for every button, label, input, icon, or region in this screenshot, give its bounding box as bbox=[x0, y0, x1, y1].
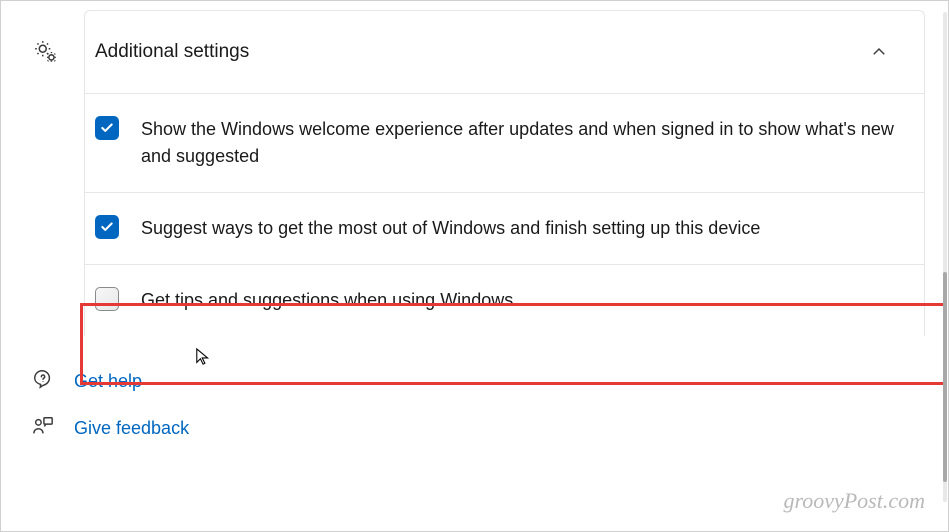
checkbox-checked-icon[interactable] bbox=[95, 116, 119, 140]
checkbox-checked-icon[interactable] bbox=[95, 215, 119, 239]
option-label: Get tips and suggestions when using Wind… bbox=[141, 287, 573, 314]
option-get-tips[interactable]: Get tips and suggestions when using Wind… bbox=[85, 265, 924, 336]
get-help-link[interactable]: Get help bbox=[32, 368, 937, 395]
feedback-icon bbox=[32, 415, 54, 442]
give-feedback-link[interactable]: Give feedback bbox=[32, 415, 937, 442]
link-text: Get help bbox=[74, 371, 142, 392]
option-suggest-ways[interactable]: Suggest ways to get the most out of Wind… bbox=[85, 193, 924, 265]
gears-icon bbox=[33, 39, 85, 65]
additional-settings-header[interactable]: Additional settings bbox=[85, 11, 924, 94]
link-text: Give feedback bbox=[74, 418, 189, 439]
option-label: Show the Windows welcome experience afte… bbox=[141, 116, 900, 170]
option-label: Suggest ways to get the most out of Wind… bbox=[141, 215, 760, 242]
chevron-up-icon bbox=[870, 43, 888, 61]
watermark: groovyPost.com bbox=[783, 488, 925, 514]
scrollbar-thumb[interactable] bbox=[943, 272, 947, 482]
scrollbar[interactable] bbox=[943, 12, 947, 502]
checkbox-unchecked-icon[interactable] bbox=[95, 287, 119, 311]
option-welcome-experience[interactable]: Show the Windows welcome experience afte… bbox=[85, 94, 924, 193]
help-icon bbox=[32, 368, 54, 395]
section-title: Additional settings bbox=[85, 41, 870, 63]
